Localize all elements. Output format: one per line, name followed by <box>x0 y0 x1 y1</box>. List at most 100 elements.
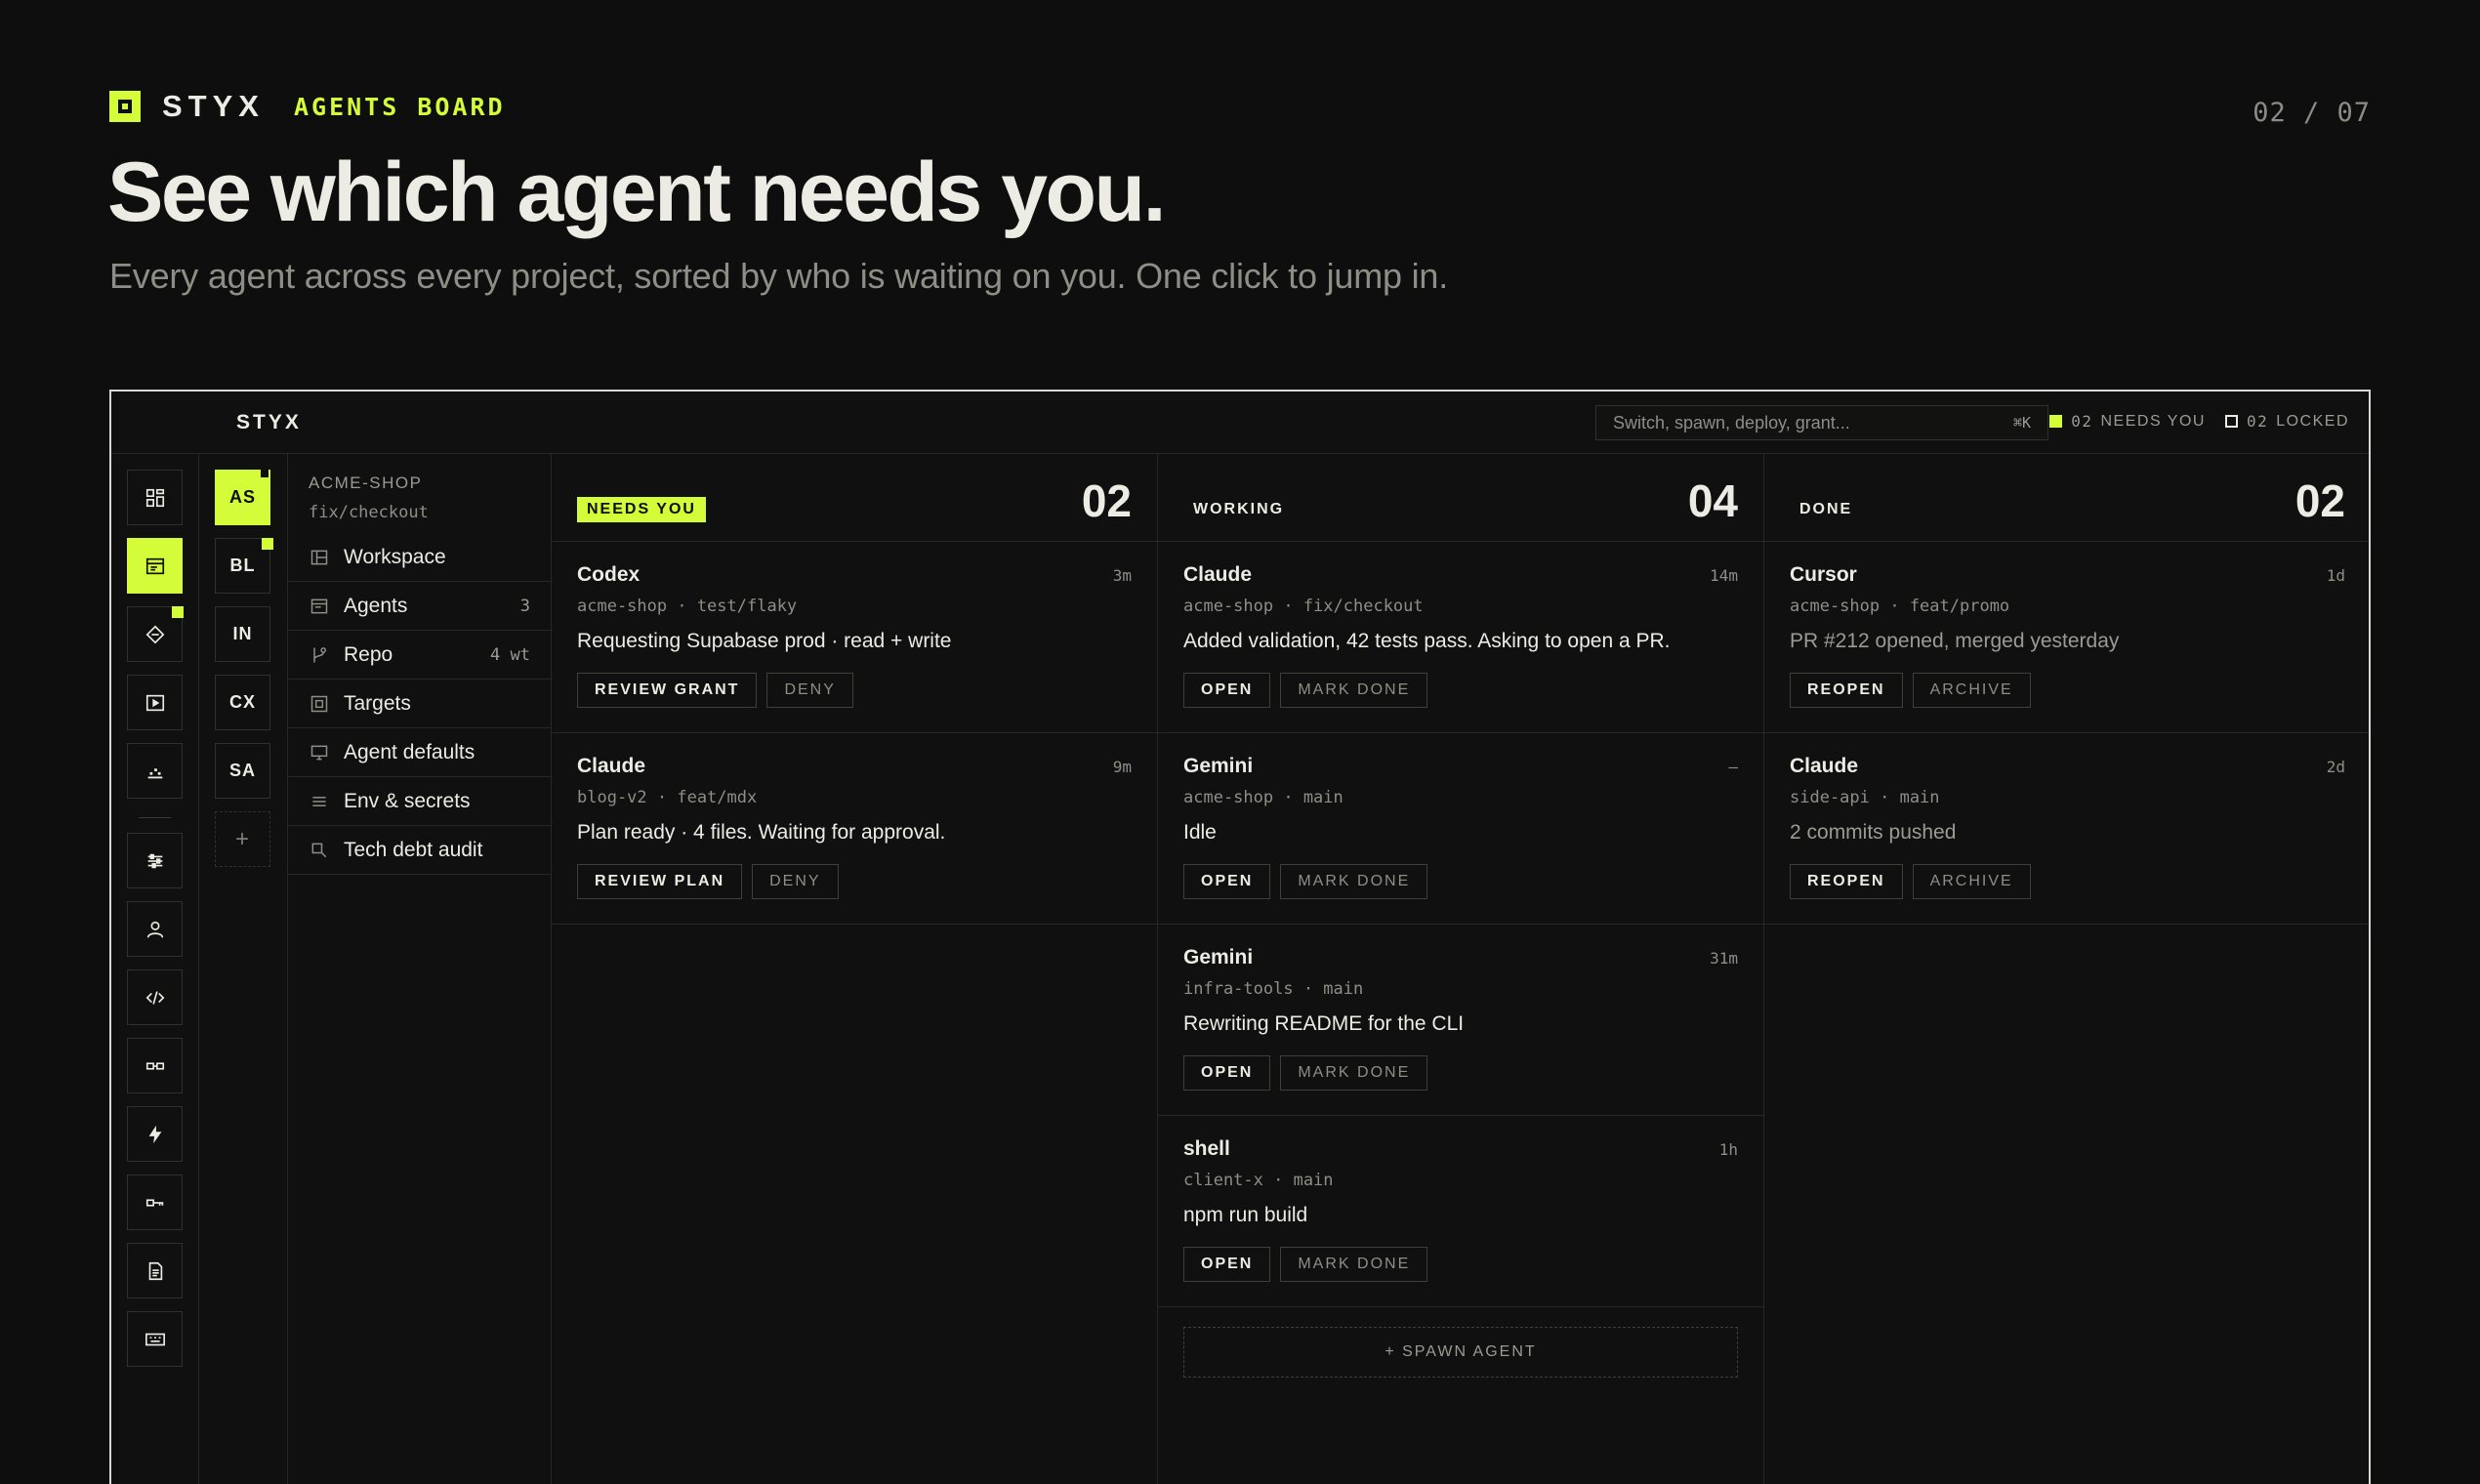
agent-card[interactable]: Gemini 31m infra-tools · main Rewriting … <box>1158 925 1763 1116</box>
sidebar-item-count: 3 <box>519 596 530 616</box>
mark-done-button[interactable]: MARK DONE <box>1280 1055 1428 1091</box>
open-button[interactable]: OPEN <box>1183 1247 1271 1282</box>
code-icon[interactable] <box>127 969 183 1025</box>
agent-card[interactable]: Gemini – acme-shop · main Idle OPEN MARK… <box>1158 733 1763 925</box>
sidebar-item-label: Repo <box>344 642 393 666</box>
card-agent-name: Gemini <box>1183 755 1254 777</box>
agent-card[interactable]: Codex 3m acme-shop · test/flaky Requesti… <box>552 542 1157 733</box>
needs-you-count: 02 <box>2071 412 2093 431</box>
sidebar-item-repo[interactable]: Repo 4 wt <box>288 631 552 680</box>
open-button[interactable]: OPEN <box>1183 673 1271 708</box>
card-agent-name: Cursor <box>1790 563 1857 586</box>
card-actions: OPEN MARK DONE <box>1183 1055 1437 1091</box>
sidebar-item-workspace[interactable]: Workspace <box>288 533 552 582</box>
open-button[interactable]: OPEN <box>1183 864 1271 899</box>
hero-subtitle: Every agent across every project, sorted… <box>109 256 1449 296</box>
sidebar-item-agents[interactable]: Agents 3 <box>288 582 552 631</box>
column-header: NEEDS YOU 02 <box>552 454 1157 542</box>
card-agent-name: Gemini <box>1183 946 1254 969</box>
agent-card[interactable]: shell 1h client-x · main npm run build O… <box>1158 1116 1763 1307</box>
keyboard-icon[interactable] <box>127 1311 183 1367</box>
sidebar-item-label: Workspace <box>344 545 446 568</box>
sidebar-item-tech-debt-audit[interactable]: Tech debt audit <box>288 826 552 875</box>
user-icon[interactable] <box>127 901 183 957</box>
deny-button[interactable]: DENY <box>752 864 839 899</box>
column-count: 02 <box>1081 475 1132 526</box>
card-agent-name: Claude <box>1183 563 1253 586</box>
locked-status[interactable]: 02 LOCKED <box>2224 412 2349 431</box>
magnifier-icon <box>311 843 327 857</box>
sidebar-item-agent-defaults[interactable]: Agent defaults <box>288 728 552 777</box>
card-message: Idle <box>1183 821 1217 844</box>
search-shortcut: ⌘K <box>2012 414 2031 432</box>
link-icon[interactable] <box>127 1038 183 1093</box>
section-label: AGENTS BOARD <box>293 92 506 121</box>
open-button[interactable]: OPEN <box>1183 1055 1271 1091</box>
column-header: WORKING 04 <box>1158 454 1763 542</box>
sidebar-item-targets[interactable]: Targets <box>288 680 552 728</box>
review-plan-button[interactable]: REVIEW PLAN <box>577 864 743 899</box>
bolt-icon[interactable] <box>127 1106 183 1162</box>
agent-card[interactable]: Claude 14m acme-shop · fix/checkout Adde… <box>1158 542 1763 733</box>
key-icon[interactable] <box>127 1175 183 1230</box>
target-icon <box>310 695 328 712</box>
card-repo: acme-shop · fix/checkout <box>1183 597 1424 616</box>
chart-icon[interactable] <box>127 743 183 799</box>
agent-card[interactable]: Claude 9m blog-v2 · feat/mdx Plan ready … <box>552 733 1157 925</box>
archive-button[interactable]: ARCHIVE <box>1912 673 2031 708</box>
layout-icon <box>310 550 328 564</box>
mark-done-button[interactable]: MARK DONE <box>1280 673 1428 708</box>
column-count: 04 <box>1687 475 1738 526</box>
project-switch-in[interactable]: IN <box>215 606 270 662</box>
card-repo: client-x · main <box>1183 1171 1334 1190</box>
card-age: 14m <box>1710 566 1738 585</box>
sidebar-item-count: 4 wt <box>490 644 530 665</box>
card-actions: REVIEW GRANT DENY <box>577 673 863 708</box>
slide-brand-row: STYX AGENTS BOARD <box>109 89 506 123</box>
needs-you-square-icon <box>2049 415 2063 428</box>
card-repo: acme-shop · test/flaky <box>577 597 798 616</box>
board-icon[interactable] <box>127 538 183 594</box>
agent-card[interactable]: Cursor 1d acme-shop · feat/promo PR #212… <box>1764 542 2369 733</box>
card-age: 9m <box>1112 758 1132 776</box>
project-switch-sa[interactable]: SA <box>215 743 270 799</box>
needs-you-status[interactable]: 02 NEEDS YOU <box>2049 412 2206 431</box>
column-tag: DONE <box>1799 501 1853 517</box>
card-message: Rewriting README for the CLI <box>1183 1012 1465 1035</box>
sidebar-item-label: Tech debt audit <box>344 838 483 861</box>
project-sidebar: ACME-SHOP fix/checkout Workspace Agents … <box>288 454 552 1484</box>
mark-done-button[interactable]: MARK DONE <box>1280 1247 1428 1282</box>
reopen-button[interactable]: REOPEN <box>1790 864 1903 899</box>
card-repo: infra-tools · main <box>1183 979 1364 999</box>
column-tag: NEEDS YOU <box>577 497 706 522</box>
card-age: 1d <box>2326 566 2345 585</box>
sliders-icon[interactable] <box>127 833 183 888</box>
reopen-button[interactable]: REOPEN <box>1790 673 1903 708</box>
mark-done-button[interactable]: MARK DONE <box>1280 864 1428 899</box>
project-corner-notch <box>261 470 269 477</box>
archive-button[interactable]: ARCHIVE <box>1912 864 2031 899</box>
page-counter: 02 / 07 <box>2253 98 2371 128</box>
review-grant-button[interactable]: REVIEW GRANT <box>577 673 758 708</box>
card-message: 2 commits pushed <box>1790 821 1957 844</box>
project-switch-cx[interactable]: CX <box>215 675 270 730</box>
column-count: 02 <box>2294 475 2345 526</box>
play-icon[interactable] <box>127 675 183 730</box>
card-message: Plan ready · 4 files. Waiting for approv… <box>577 821 946 844</box>
card-message: npm run build <box>1183 1204 1308 1226</box>
add-project-button[interactable]: + <box>215 811 270 867</box>
deny-button[interactable]: DENY <box>766 673 853 708</box>
card-actions: OPEN MARK DONE <box>1183 1247 1437 1282</box>
agent-card[interactable]: Claude 2d side-api · main 2 commits push… <box>1764 733 2369 925</box>
document-icon[interactable] <box>127 1243 183 1298</box>
card-age: – <box>1728 758 1738 776</box>
card-age: 31m <box>1710 949 1738 968</box>
spawn-agent-button[interactable]: + SPAWN AGENT <box>1183 1327 1738 1378</box>
project-switch-as[interactable]: AS <box>215 470 270 525</box>
notification-dot <box>172 606 184 618</box>
column-tag: WORKING <box>1193 501 1285 517</box>
card-agent-name: Codex <box>577 563 641 586</box>
grid-icon[interactable] <box>127 470 183 525</box>
command-search-input[interactable]: Switch, spawn, deploy, grant... ⌘K <box>1595 405 2048 440</box>
sidebar-item-env-secrets[interactable]: Env & secrets <box>288 777 552 826</box>
